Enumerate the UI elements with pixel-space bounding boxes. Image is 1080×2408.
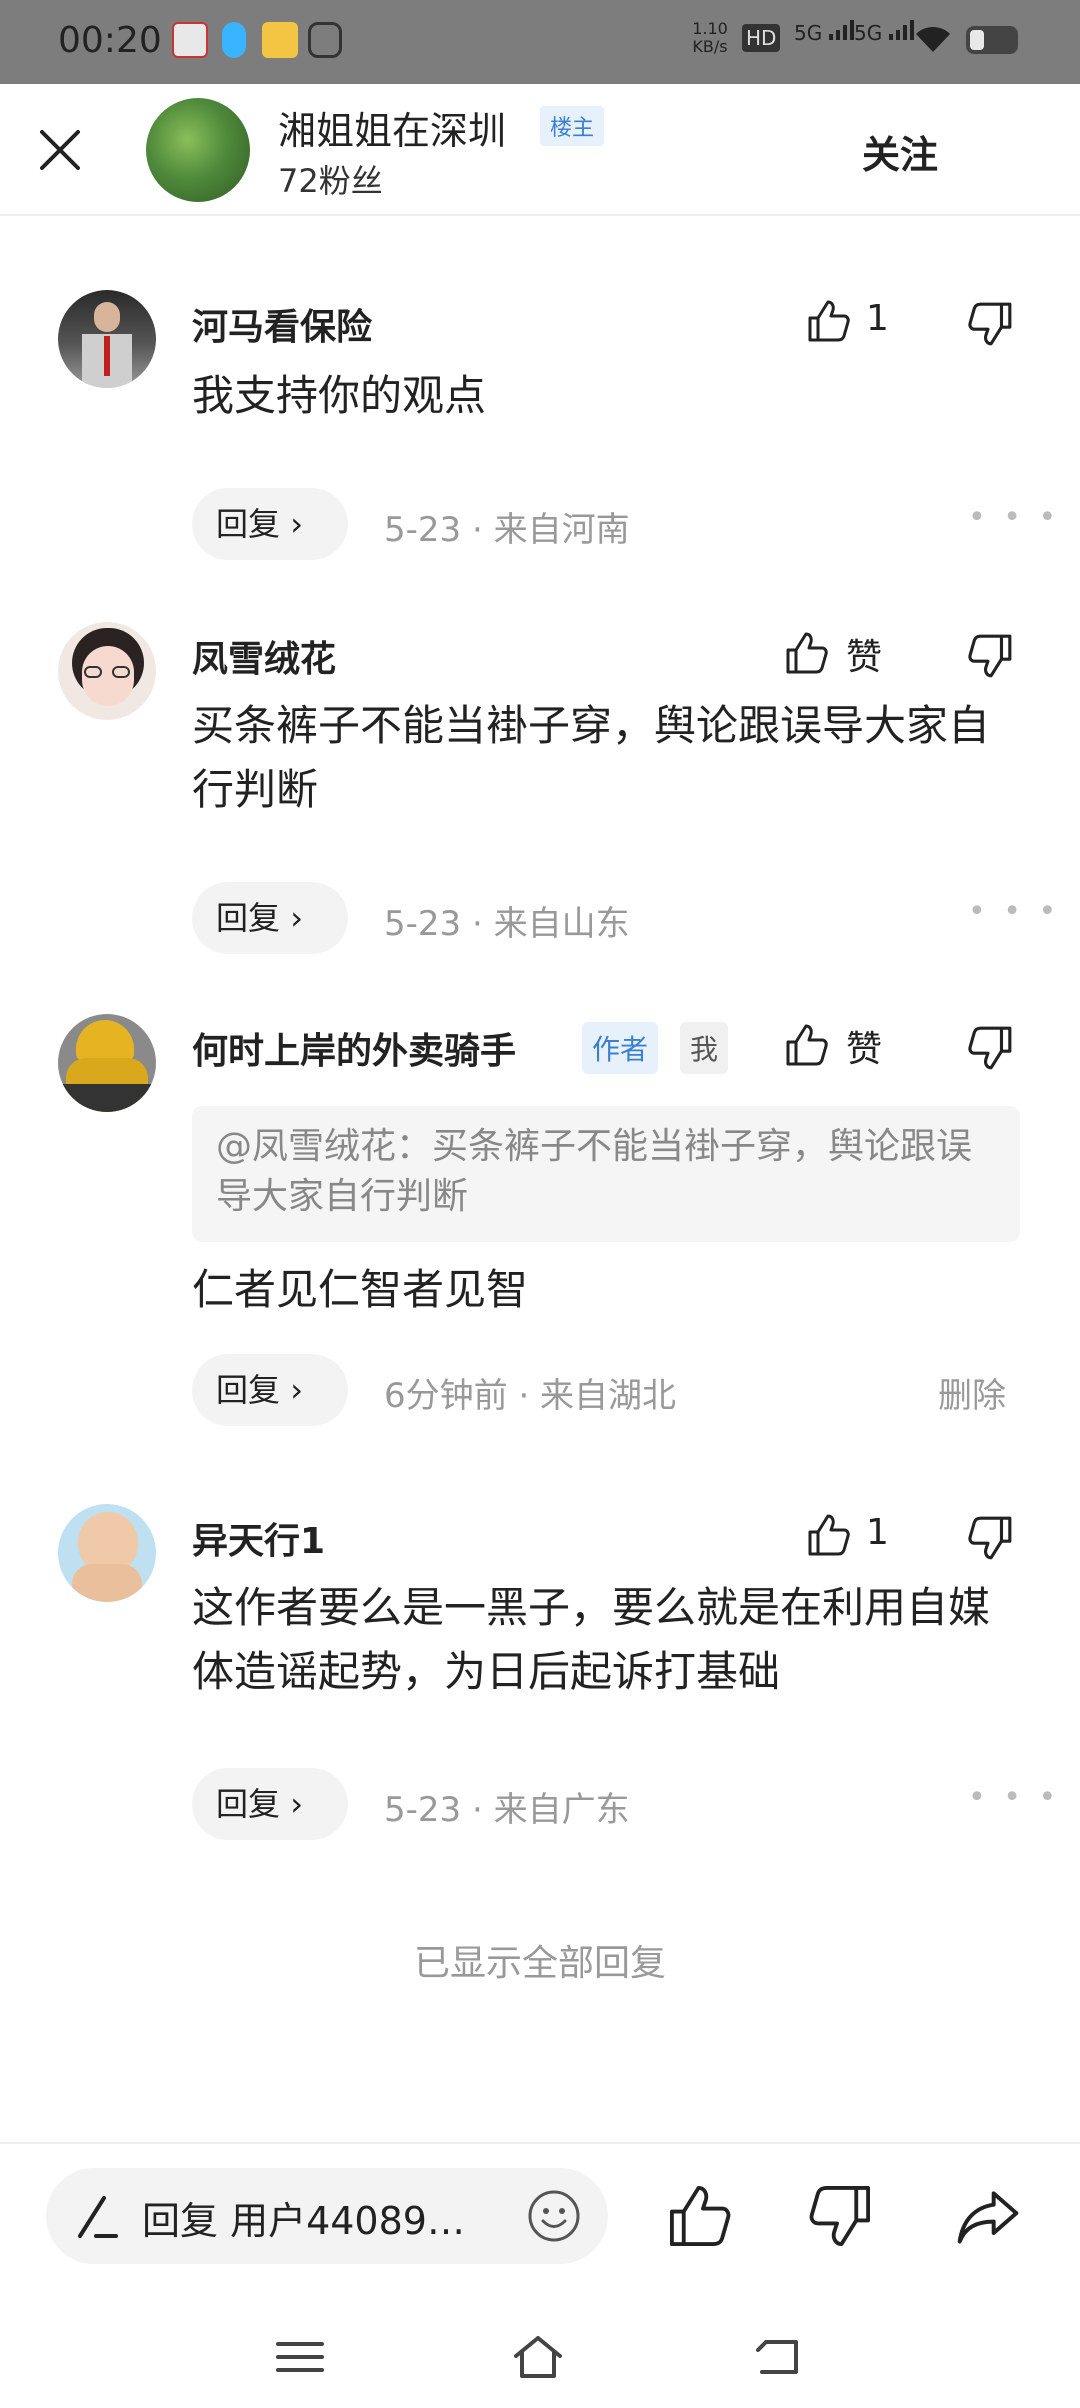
back-icon[interactable]	[752, 2332, 808, 2382]
more-icon[interactable]: • • •	[968, 894, 1060, 929]
qq-notification-icon	[222, 22, 246, 58]
quoted-comment[interactable]: @凤雪绒花：买条裤子不能当褂子穿，舆论跟误导大家自行判断	[192, 1106, 1020, 1242]
app-notification-icon-3	[308, 22, 342, 58]
thumbs-up-icon[interactable]	[806, 1512, 852, 1558]
delete-button[interactable]: 删除	[938, 1368, 1006, 1417]
comment-sheet: 湘姐姐在深圳 楼主 72粉丝 关注 河马看保险 1 我支持你的观点 回复 › 5…	[0, 84, 1080, 2408]
like-label[interactable]: 赞	[846, 628, 882, 680]
net-speed: 1.10 KB/s	[692, 19, 728, 56]
signal-2-label: 5G	[854, 21, 883, 45]
reply-placeholder: 回复 用户44089…	[142, 2199, 465, 2243]
comment-meta: 5-23 · 来自河南	[384, 510, 630, 550]
thumbs-down-icon[interactable]	[966, 632, 1014, 680]
pen-icon	[78, 2196, 118, 2238]
app-notification-icon-2	[262, 22, 298, 58]
system-nav-bar	[0, 2312, 1080, 2408]
more-icon[interactable]: • • •	[968, 500, 1060, 535]
battery-icon	[966, 26, 1018, 54]
comment-author[interactable]: 河马看保险	[192, 298, 372, 350]
all-replies-shown: 已显示全部回复	[413, 1943, 666, 1984]
thumbs-down-icon[interactable]	[966, 1024, 1014, 1072]
avatar[interactable]	[58, 622, 156, 720]
more-icon[interactable]: • • •	[968, 1780, 1060, 1815]
emoji-icon[interactable]	[526, 2188, 582, 2244]
like-label[interactable]: 赞	[846, 1020, 882, 1072]
avatar[interactable]	[58, 1504, 156, 1602]
app-notification-icon	[172, 22, 208, 58]
sheet-header: 湘姐姐在深圳 楼主 72粉丝 关注	[0, 84, 1080, 216]
poster-fans: 72粉丝	[278, 162, 383, 200]
comment-text: 这作者要么是一黑子，要么就是在利用自媒体造谣起势，为日后起诉打基础	[192, 1583, 991, 1696]
comment-text: 我支持你的观点	[192, 371, 487, 420]
status-time: 00:20	[58, 20, 162, 61]
wifi-icon	[916, 26, 950, 52]
reply-input[interactable]: 回复 用户44089…	[46, 2168, 608, 2264]
reply-button[interactable]: 回复 ›	[192, 1768, 348, 1840]
follow-button[interactable]: 关注	[862, 124, 938, 179]
menu-icon[interactable]	[272, 2332, 328, 2382]
home-icon[interactable]	[510, 2332, 566, 2382]
thumbs-down-icon[interactable]	[966, 300, 1014, 348]
reply-label: 回复	[216, 505, 281, 543]
signal-1-label: 5G	[794, 21, 823, 45]
thumbs-up-icon[interactable]	[806, 298, 852, 344]
signal-icon-2: 5G	[854, 20, 915, 45]
comment-author[interactable]: 凤雪绒花	[192, 630, 336, 682]
comment-text: 仁者见仁智者见智	[192, 1265, 529, 1314]
thumbs-down-icon[interactable]	[806, 2182, 874, 2250]
reply-button[interactable]: 回复 ›	[192, 882, 348, 954]
comment-meta: 6分钟前 · 来自湖北	[384, 1376, 677, 1416]
poster-avatar[interactable]	[146, 98, 250, 202]
poster-name[interactable]: 湘姐姐在深圳	[278, 100, 506, 155]
thumbs-up-icon[interactable]	[784, 1022, 830, 1068]
avatar[interactable]	[58, 290, 156, 388]
reply-label: 回复	[216, 1785, 281, 1823]
hd-icon: HD	[742, 24, 781, 52]
thumbs-up-icon[interactable]	[784, 630, 830, 676]
comment-author[interactable]: 何时上岸的外卖骑手	[192, 1022, 516, 1074]
reply-button[interactable]: 回复 ›	[192, 1354, 348, 1426]
me-badge: 我	[680, 1022, 729, 1074]
signal-icon-1: 5G	[794, 20, 855, 45]
like-count[interactable]: 1	[866, 298, 889, 339]
comment-text: 买条裤子不能当褂子穿，舆论跟误导大家自行判断	[192, 701, 991, 814]
close-icon[interactable]	[34, 124, 86, 176]
reply-button[interactable]: 回复 ›	[192, 488, 348, 560]
share-icon[interactable]	[954, 2182, 1022, 2250]
author-badge: 作者	[582, 1022, 659, 1074]
reply-label: 回复	[216, 899, 281, 937]
comment-meta: 5-23 · 来自广东	[384, 1790, 630, 1830]
thumbs-up-icon[interactable]	[666, 2182, 734, 2250]
reply-label: 回复	[216, 1371, 281, 1409]
thumbs-down-icon[interactable]	[966, 1514, 1014, 1562]
like-count[interactable]: 1	[866, 1512, 889, 1553]
avatar[interactable]	[58, 1014, 156, 1112]
bottom-action-bar: 回复 用户44089…	[0, 2142, 1080, 2312]
comment-meta: 5-23 · 来自山东	[384, 904, 630, 944]
status-bar: 00:20 1.10 KB/s HD 5G 5G	[0, 0, 1080, 84]
owner-badge: 楼主	[540, 106, 605, 146]
comment-author[interactable]: 异天行1	[192, 1512, 325, 1564]
